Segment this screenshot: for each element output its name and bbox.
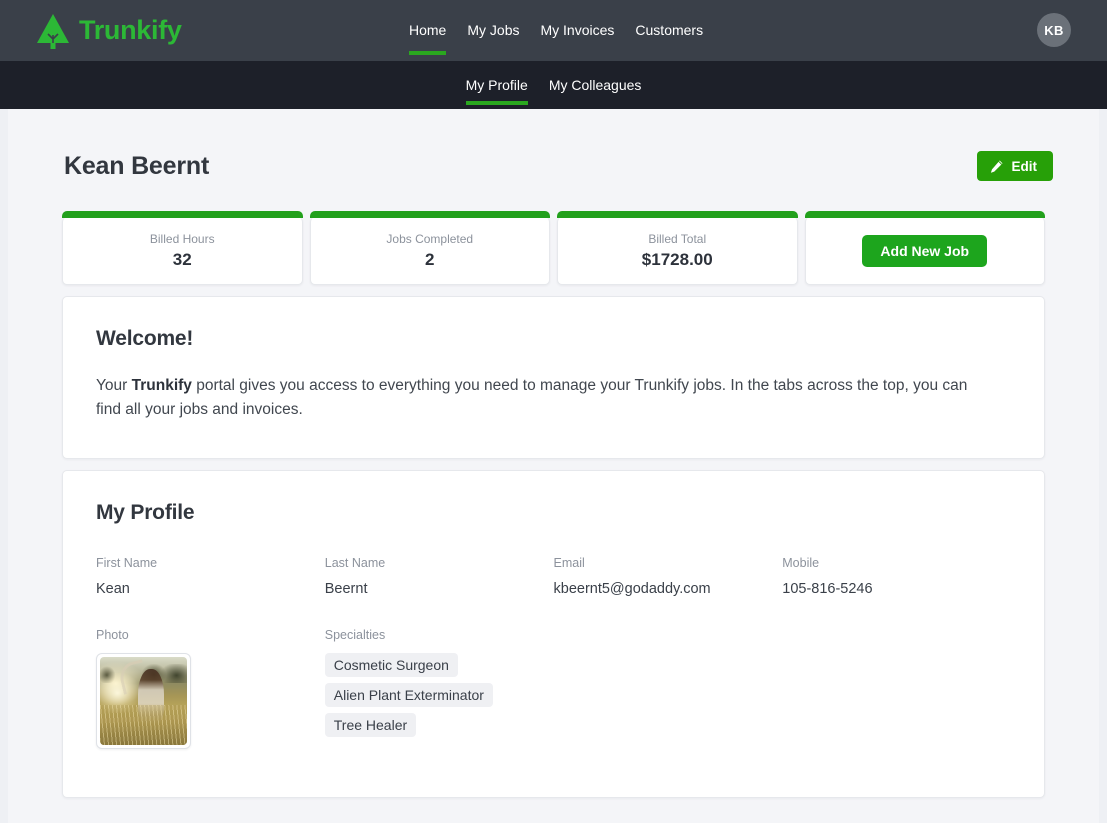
nav-item-my-jobs[interactable]: My Jobs (467, 0, 519, 61)
field-label: Email (553, 556, 585, 570)
field-photo: Photo (96, 628, 325, 749)
field-value: kbeernt5@godaddy.com (553, 581, 711, 597)
subnav-item-my-profile[interactable]: My Profile (465, 61, 529, 109)
person-in-golden-field-photo (100, 657, 187, 745)
pencil-icon (990, 160, 1002, 173)
field-label: Last Name (324, 556, 386, 570)
stat-value: 2 (425, 249, 435, 269)
welcome-text-after: portal gives you access to everything yo… (96, 377, 968, 419)
specialty-chip: Tree Healer (324, 713, 417, 737)
field-first-name: First Name Kean (96, 556, 325, 597)
stat-label: Billed Total (648, 231, 707, 246)
add-new-job-button[interactable]: Add New Job (862, 234, 988, 267)
stat-value: 32 (172, 249, 192, 269)
field-label: Specialties (324, 628, 386, 642)
profile-panel: My Profile First Name Kean Last Name Bee… (62, 470, 1045, 798)
field-label: Photo (96, 628, 129, 642)
stat-label: Billed Hours (149, 231, 215, 246)
stat-label: Jobs Completed (386, 231, 474, 246)
specialties-list: Cosmetic Surgeon Alien Plant Exterminato… (324, 653, 1011, 737)
welcome-text-before: Your (96, 377, 132, 394)
subnav-item-my-colleagues[interactable]: My Colleagues (549, 61, 642, 109)
field-value: 105-816-5246 (782, 581, 873, 597)
stat-card-billed-hours: Billed Hours 32 (62, 211, 303, 285)
stat-card-add-new-job: Add New Job (804, 211, 1045, 285)
stat-card-billed-total: Billed Total $1728.00 (557, 211, 798, 285)
profile-fields-row: First Name Kean Last Name Beernt Email k… (96, 556, 1011, 597)
stats-row: Billed Hours 32 Jobs Completed 2 Billed … (8, 211, 1099, 285)
field-label: Mobile (782, 556, 820, 570)
welcome-panel: Welcome! Your Trunkify portal gives you … (62, 296, 1045, 459)
brand-logo[interactable]: Trunkify (36, 13, 182, 49)
photo-grass (100, 704, 187, 745)
stat-card-jobs-completed: Jobs Completed 2 (309, 211, 550, 285)
edit-button[interactable]: Edit (976, 151, 1053, 181)
secondary-navigation-bar: My Profile My Colleagues (0, 61, 1107, 109)
page-header: Kean Beernt Edit (8, 109, 1099, 181)
page-content: Kean Beernt Edit Billed Hours 32 Jobs Co… (8, 109, 1099, 823)
avatar[interactable]: KB (1037, 13, 1071, 47)
primary-nav: Home My Jobs My Invoices Customers (409, 0, 703, 61)
profile-title: My Profile (96, 501, 195, 524)
welcome-text-bold: Trunkify (131, 377, 192, 394)
specialty-chip: Alien Plant Exterminator (324, 683, 493, 707)
nav-item-my-invoices[interactable]: My Invoices (540, 0, 614, 61)
brand-name: Trunkify (79, 15, 182, 45)
nav-item-home[interactable]: Home (409, 0, 447, 61)
edit-button-label: Edit (1011, 158, 1038, 174)
nav-item-customers[interactable]: Customers (635, 0, 703, 61)
field-value: Kean (96, 581, 130, 597)
field-mobile: Mobile 105-816-5246 (782, 556, 1011, 597)
field-email: Email kbeernt5@godaddy.com (554, 556, 783, 597)
profile-media-row: Photo Specialties Cosmetic Surgeon Alien… (96, 628, 1011, 749)
pine-tree-icon (37, 13, 69, 49)
stat-value: $1728.00 (641, 249, 713, 269)
field-specialties: Specialties Cosmetic Surgeon Alien Plant… (324, 628, 1011, 749)
field-label: First Name (96, 556, 158, 570)
profile-photo[interactable] (96, 653, 191, 749)
field-last-name: Last Name Beernt (325, 556, 554, 597)
page-title: Kean Beernt (64, 151, 210, 180)
welcome-title: Welcome! (96, 327, 194, 350)
welcome-text: Your Trunkify portal gives you access to… (96, 374, 991, 423)
specialty-chip: Cosmetic Surgeon (324, 653, 458, 677)
field-value: Beernt (324, 581, 368, 597)
top-navigation-bar: Trunkify Home My Jobs My Invoices Custom… (0, 0, 1107, 61)
